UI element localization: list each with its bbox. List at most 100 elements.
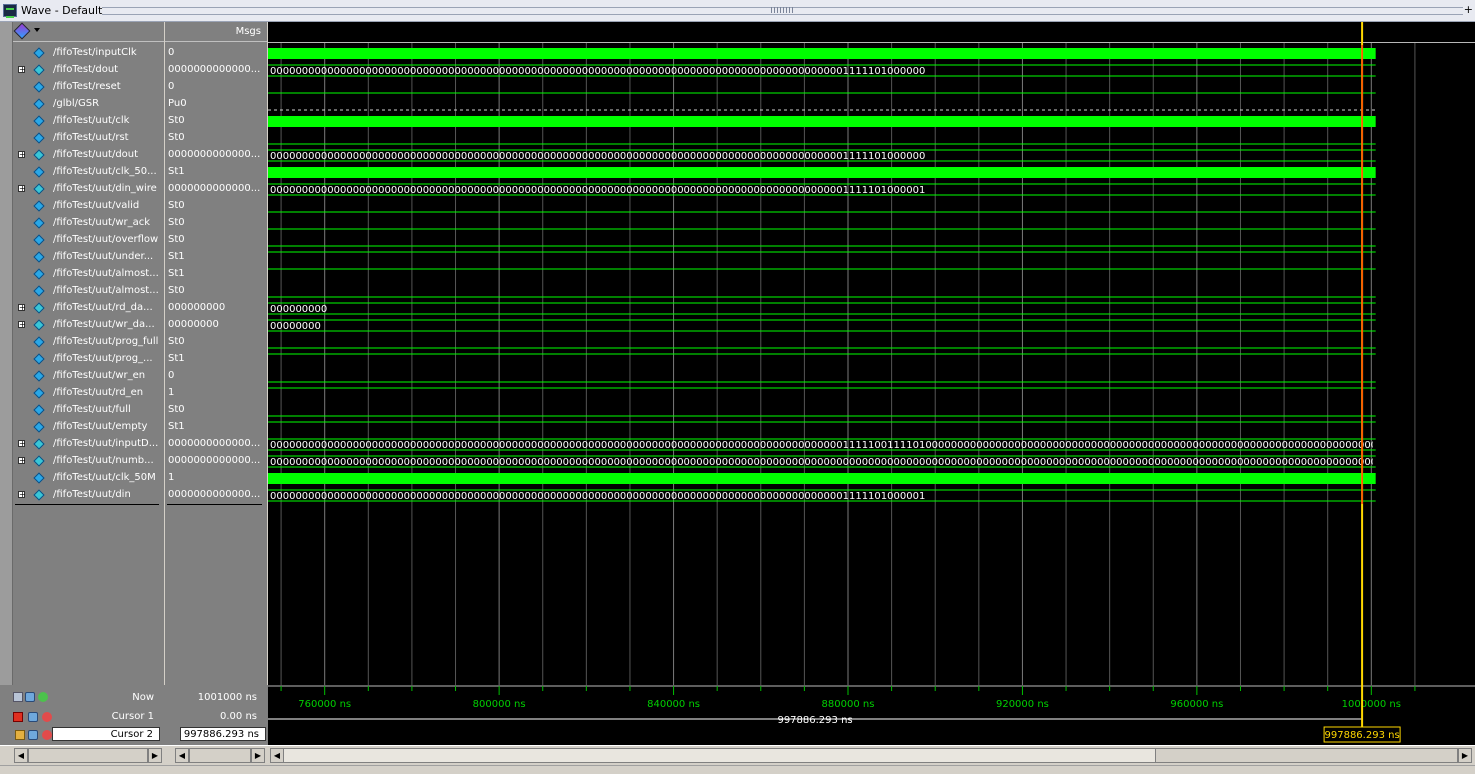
- signal-row[interactable]: + /fifoTest/uut/dout: [13, 147, 164, 164]
- signal-name[interactable]: /fifoTest/uut/prog_...: [53, 353, 153, 364]
- names-scroll-left-button[interactable]: ◀: [14, 748, 28, 763]
- signal-row[interactable]: /fifoTest/uut/wr_ack: [13, 215, 164, 232]
- waveform-canvas[interactable]: 0000000000000000000000000000000000000000…: [268, 22, 1475, 685]
- cursor1-edit-icon[interactable]: [28, 712, 38, 722]
- signal-value-row[interactable]: 00000000: [165, 317, 267, 334]
- signal-value-row[interactable]: 1: [165, 470, 267, 487]
- signal-row[interactable]: /fifoTest/uut/empty: [13, 419, 164, 436]
- signal-value-row[interactable]: 0000000000000...: [165, 487, 267, 504]
- signal-value-row[interactable]: St1: [165, 164, 267, 181]
- signal-name[interactable]: /fifoTest/uut/clk: [53, 115, 129, 126]
- lock-icon[interactable]: [13, 712, 23, 722]
- signal-name[interactable]: /fifoTest/uut/wr_en: [53, 370, 145, 381]
- signal-name[interactable]: /fifoTest/uut/prog_full: [53, 336, 158, 347]
- expand-bus-icon[interactable]: +: [18, 185, 26, 193]
- signal-row[interactable]: + /fifoTest/dout: [13, 62, 164, 79]
- expand-icon[interactable]: +: [1464, 3, 1473, 16]
- signal-row[interactable]: /fifoTest/uut/almost...: [13, 266, 164, 283]
- expand-bus-icon[interactable]: +: [18, 151, 26, 159]
- signal-name[interactable]: /fifoTest/inputClk: [53, 47, 137, 58]
- signal-name[interactable]: /fifoTest/uut/under...: [53, 251, 153, 262]
- values-scroll-thumb[interactable]: [189, 748, 251, 763]
- signal-row[interactable]: + /fifoTest/uut/din_wire: [13, 181, 164, 198]
- expand-bus-icon[interactable]: +: [18, 457, 26, 465]
- signal-value-row[interactable]: 1: [165, 385, 267, 402]
- expand-bus-icon[interactable]: +: [18, 66, 26, 74]
- add-wave-icon[interactable]: [13, 22, 31, 40]
- signal-name[interactable]: /fifoTest/uut/numb...: [53, 455, 154, 466]
- signal-row[interactable]: /fifoTest/uut/full: [13, 402, 164, 419]
- values-scroll-right-button[interactable]: ▶: [251, 748, 265, 763]
- expand-bus-icon[interactable]: +: [18, 491, 26, 499]
- signal-row[interactable]: /fifoTest/uut/rst: [13, 130, 164, 147]
- signal-name[interactable]: /fifoTest/uut/rst: [53, 132, 129, 143]
- signal-row[interactable]: /fifoTest/reset: [13, 79, 164, 96]
- timeline-ruler[interactable]: 760000 ns 800000 ns 840000 ns 880000 ns 9200…: [268, 685, 1475, 745]
- signal-value-row[interactable]: St0: [165, 232, 267, 249]
- cursor2-value-field[interactable]: 997886.293 ns: [180, 727, 266, 741]
- signal-row[interactable]: + /fifoTest/uut/inputD...: [13, 436, 164, 453]
- signal-name[interactable]: /fifoTest/uut/wr_da...: [53, 319, 155, 330]
- signal-row[interactable]: /fifoTest/uut/clk_50...: [13, 164, 164, 181]
- signal-name[interactable]: /fifoTest/dout: [53, 64, 118, 75]
- signal-value-row[interactable]: St0: [165, 402, 267, 419]
- signal-value-row[interactable]: Pu0: [165, 96, 267, 113]
- signal-name[interactable]: /fifoTest/uut/din: [53, 489, 131, 500]
- unlock-icon[interactable]: [15, 730, 25, 740]
- cursor2-edit-icon[interactable]: [28, 730, 38, 740]
- signal-row[interactable]: /fifoTest/uut/prog_full: [13, 334, 164, 351]
- signal-value-row[interactable]: St0: [165, 215, 267, 232]
- signal-name[interactable]: /fifoTest/reset: [53, 81, 121, 92]
- signal-row[interactable]: + /fifoTest/uut/wr_da...: [13, 317, 164, 334]
- signal-name[interactable]: /fifoTest/uut/din_wire: [53, 183, 157, 194]
- signal-row[interactable]: /fifoTest/uut/rd_en: [13, 385, 164, 402]
- signal-name[interactable]: /glbl/GSR: [53, 98, 99, 109]
- chevron-down-icon[interactable]: [34, 28, 40, 32]
- signal-value-row[interactable]: 000000000: [165, 300, 267, 317]
- signal-value-row[interactable]: St1: [165, 249, 267, 266]
- signal-row[interactable]: /fifoTest/uut/clk_50M: [13, 470, 164, 487]
- timeline-canvas[interactable]: 760000 ns 800000 ns 840000 ns 880000 ns 9200…: [268, 685, 1475, 745]
- wave-scroll-thumb[interactable]: [1155, 748, 1458, 763]
- signal-row[interactable]: /fifoTest/uut/overflow: [13, 232, 164, 249]
- signal-name[interactable]: /fifoTest/uut/clk_50...: [53, 166, 157, 177]
- expand-bus-icon[interactable]: +: [18, 440, 26, 448]
- signal-row[interactable]: + /fifoTest/uut/din: [13, 487, 164, 504]
- signal-name[interactable]: /fifoTest/uut/empty: [53, 421, 147, 432]
- signal-row[interactable]: /fifoTest/uut/under...: [13, 249, 164, 266]
- signal-row[interactable]: /fifoTest/uut/prog_...: [13, 351, 164, 368]
- title-grip[interactable]: [102, 7, 1463, 15]
- remove-cursor2-icon[interactable]: [42, 730, 52, 740]
- signal-value-row[interactable]: St1: [165, 419, 267, 436]
- signal-row[interactable]: /fifoTest/uut/almost...: [13, 283, 164, 300]
- signal-value-row[interactable]: 0000000000000...: [165, 453, 267, 470]
- signal-name[interactable]: /fifoTest/uut/wr_ack: [53, 217, 150, 228]
- signal-value-row[interactable]: St1: [165, 266, 267, 283]
- wave-scroll-right-button[interactable]: ▶: [1458, 748, 1472, 763]
- signal-value-row[interactable]: St0: [165, 113, 267, 130]
- signal-value-row[interactable]: 0000000000000...: [165, 181, 267, 198]
- signal-value-row[interactable]: 0000000000000...: [165, 147, 267, 164]
- signal-name[interactable]: /fifoTest/uut/valid: [53, 200, 139, 211]
- signal-row[interactable]: /fifoTest/inputClk: [13, 45, 164, 62]
- signal-row[interactable]: /fifoTest/uut/wr_en: [13, 368, 164, 385]
- signal-name[interactable]: /fifoTest/uut/overflow: [53, 234, 158, 245]
- signal-value-row[interactable]: 0: [165, 79, 267, 96]
- expand-bus-icon[interactable]: +: [18, 321, 26, 329]
- signal-value-row[interactable]: 0: [165, 368, 267, 385]
- signal-row[interactable]: /fifoTest/uut/valid: [13, 198, 164, 215]
- signal-value-row[interactable]: St0: [165, 130, 267, 147]
- signal-value-row[interactable]: 0000000000000...: [165, 62, 267, 79]
- signal-name[interactable]: /fifoTest/uut/rd_en: [53, 387, 143, 398]
- signal-value-row[interactable]: St0: [165, 198, 267, 215]
- names-scroll-thumb[interactable]: [28, 748, 148, 763]
- signal-value-row[interactable]: St1: [165, 351, 267, 368]
- remove-cursor1-icon[interactable]: [42, 712, 52, 722]
- signal-name[interactable]: /fifoTest/uut/full: [53, 404, 131, 415]
- wave-scroll-left-button[interactable]: ◀: [270, 748, 284, 763]
- add-cursor-icon[interactable]: [38, 692, 48, 702]
- waveform-pane[interactable]: 0000000000000000000000000000000000000000…: [268, 22, 1475, 685]
- cursor2-name-field[interactable]: Cursor 2: [52, 727, 160, 741]
- toolbox-icon[interactable]: [13, 692, 23, 702]
- signal-value-row[interactable]: St0: [165, 283, 267, 300]
